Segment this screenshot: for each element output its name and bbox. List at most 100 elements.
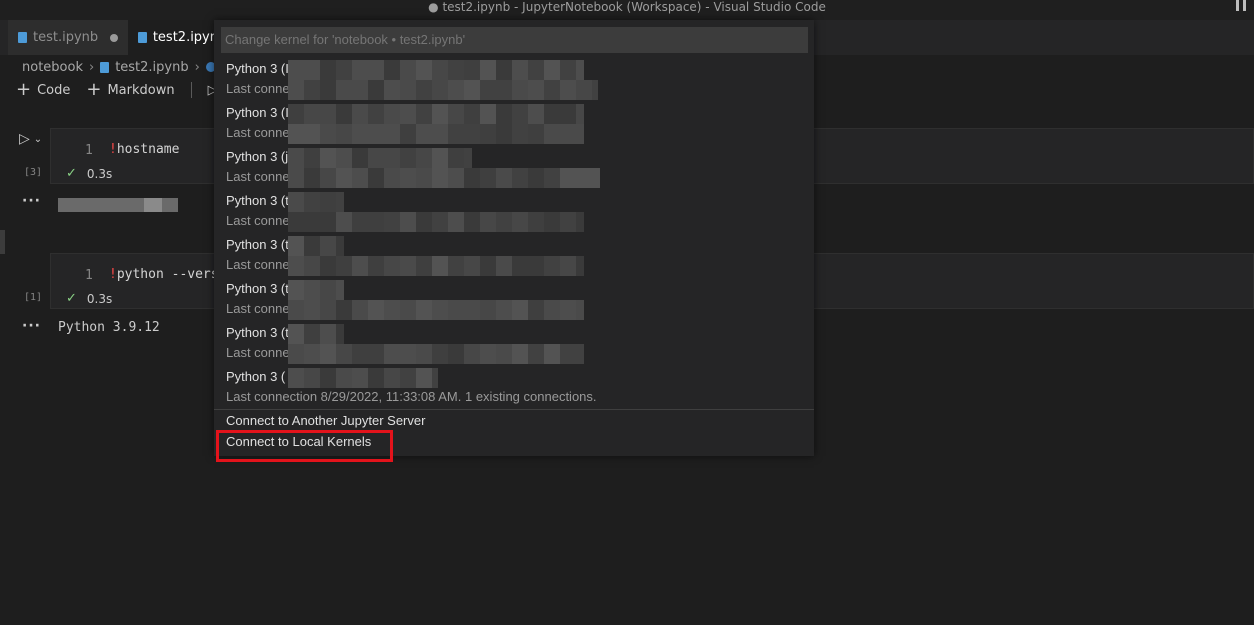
mosaic-block (432, 344, 448, 364)
code-text: hostname (116, 142, 180, 157)
mosaic-block (592, 80, 598, 100)
mosaic-block (352, 212, 368, 232)
kernel-item[interactable]: Python 3 (j Last conne (214, 146, 814, 190)
connect-jupyter-server-item[interactable]: Connect to Another Jupyter Server (226, 413, 425, 428)
mosaic-block (512, 300, 528, 320)
mosaic-block (528, 212, 544, 232)
mosaic-block (288, 80, 304, 100)
tab-label: test2.ipyn (152, 30, 218, 45)
kernel-detail: Last conne (226, 125, 290, 140)
mosaic-block (320, 280, 336, 300)
mosaic-block (336, 212, 352, 232)
add-code-cell-button[interactable]: + Code (16, 81, 70, 99)
kernel-item[interactable]: Python 3 (I Last conne (214, 102, 814, 146)
mosaic-block (288, 300, 304, 320)
mosaic-block (384, 212, 400, 232)
kernel-item[interactable]: Python 3 (t Last conne (214, 234, 814, 278)
mosaic-block (416, 148, 432, 168)
mosaic-block (560, 168, 576, 188)
mosaic-block (464, 60, 480, 80)
mosaic-block (448, 256, 464, 276)
kernel-item[interactable]: Python 3 (t Last conne (214, 322, 814, 366)
output-menu-icon[interactable]: ··· (22, 318, 41, 334)
mosaic-block (368, 212, 384, 232)
kernel-item[interactable]: Python 3 (t Last conne (214, 190, 814, 234)
tab-label: test.ipynb (33, 30, 99, 45)
unsaved-dot-icon[interactable] (110, 33, 118, 42)
mosaic-block (320, 236, 336, 256)
breadcrumb-item-notebook[interactable]: notebook (22, 60, 83, 75)
kernel-label: Python 3 (t (226, 193, 289, 208)
mosaic-block (384, 344, 400, 364)
mosaic-block (560, 124, 576, 144)
mosaic-block (512, 212, 528, 232)
kernel-label: Python 3 (t (226, 237, 289, 252)
mosaic-block (384, 148, 400, 168)
run-cell-button[interactable]: ▷ ⌄ (19, 131, 42, 147)
tab-test-ipynb[interactable]: test.ipynb (8, 20, 128, 55)
mosaic-block (576, 344, 584, 364)
mosaic-block (400, 60, 416, 80)
mosaic-block (288, 168, 304, 188)
mosaic-block (320, 212, 336, 232)
mosaic-block (368, 104, 384, 124)
mosaic-block (304, 124, 320, 144)
cell-status: ✓ 0.3s (66, 166, 112, 181)
mosaic-block (512, 104, 528, 124)
mosaic-block (480, 300, 496, 320)
mosaic-block (368, 80, 384, 100)
mosaic-block (528, 60, 544, 80)
kernel-label: Python 3 ( (226, 369, 286, 384)
mosaic-block (560, 344, 576, 364)
mosaic-block (496, 212, 512, 232)
mosaic-block (432, 80, 448, 100)
mosaic-block (416, 256, 432, 276)
mosaic-block (448, 124, 464, 144)
window-control-icon[interactable] (1236, 0, 1246, 11)
kernel-detail: Last conne (226, 81, 290, 96)
mosaic-block (352, 168, 368, 188)
mosaic-block (448, 212, 464, 232)
mosaic-block (528, 80, 544, 100)
tab-test2-ipynb[interactable]: test2.ipyn (128, 20, 228, 55)
mosaic-block (416, 300, 432, 320)
line-number: 1 (85, 268, 93, 283)
mosaic-block (464, 256, 480, 276)
mosaic-block (512, 80, 528, 100)
mosaic-block (336, 256, 352, 276)
mosaic-block (528, 168, 544, 188)
kernel-item[interactable]: Python 3 (I Last conne (214, 58, 814, 102)
mosaic-block (480, 60, 496, 80)
mosaic-block (416, 60, 432, 80)
kernel-label: Python 3 (I (226, 61, 289, 76)
check-icon: ✓ (66, 291, 77, 306)
mosaic-block (368, 124, 384, 144)
mosaic-block (400, 368, 416, 388)
chevron-down-icon[interactable]: ⌄ (34, 134, 42, 145)
mosaic-block (544, 344, 560, 364)
kernel-label: Python 3 (t (226, 281, 289, 296)
add-markdown-cell-button[interactable]: + Markdown (86, 81, 174, 99)
mosaic-block (288, 192, 304, 212)
mosaic-block (496, 60, 512, 80)
kernel-search-input[interactable] (221, 27, 808, 53)
code-line[interactable]: !python --vers (109, 267, 219, 282)
mosaic-block (448, 300, 464, 320)
execution-count: [3] (24, 167, 43, 178)
code-line[interactable]: !hostname (109, 142, 179, 157)
kernel-item[interactable]: Python 3 (t Last conne (214, 278, 814, 322)
chevron-right-icon: › (194, 59, 200, 75)
mosaic-block (288, 344, 304, 364)
kernel-detail: Last conne (226, 257, 290, 272)
mosaic-block (288, 324, 304, 344)
notebook-file-icon (100, 61, 110, 73)
mosaic-block (336, 60, 352, 80)
breadcrumb-item-file[interactable]: test2.ipynb (115, 60, 188, 75)
kernel-item[interactable]: Python 3 ( Last connection 8/29/2022, 11… (214, 366, 814, 410)
mosaic-block (304, 300, 320, 320)
mosaic-block (384, 124, 400, 144)
mosaic-block (592, 168, 600, 188)
mosaic-block (320, 256, 336, 276)
output-menu-icon[interactable]: ··· (22, 193, 41, 209)
mosaic-block (448, 80, 464, 100)
